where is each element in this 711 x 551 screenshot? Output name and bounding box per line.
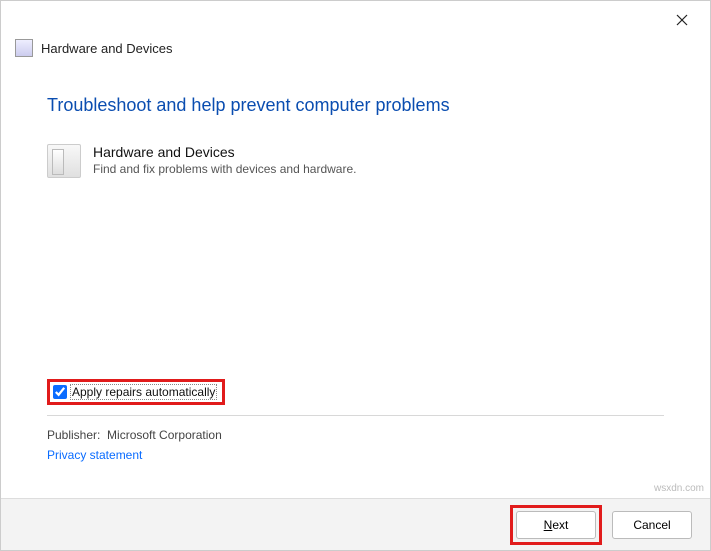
window-title: Hardware and Devices — [41, 41, 173, 56]
category-text: Hardware and Devices Find and fix proble… — [93, 144, 356, 176]
next-button[interactable]: Next — [516, 511, 596, 539]
next-button-highlight: Next — [510, 505, 602, 545]
apply-repairs-checkbox[interactable] — [53, 385, 67, 399]
attribution-text: wsxdn.com — [654, 483, 704, 494]
category-title: Hardware and Devices — [93, 144, 356, 160]
options-block: Apply repairs automatically Publisher: M… — [47, 379, 664, 462]
privacy-statement-link[interactable]: Privacy statement — [47, 448, 664, 462]
close-icon — [676, 14, 688, 26]
titlebar — [1, 1, 710, 39]
hardware-icon — [47, 144, 81, 178]
cancel-button[interactable]: Cancel — [612, 511, 692, 539]
close-button[interactable] — [668, 6, 696, 34]
divider — [47, 415, 664, 416]
troubleshooter-icon — [15, 39, 33, 57]
next-button-rest: ext — [552, 518, 568, 532]
window-header: Hardware and Devices — [1, 39, 710, 67]
checkbox-highlight: Apply repairs automatically — [47, 379, 225, 405]
footer-bar: Next Cancel — [1, 498, 710, 550]
category-description: Find and fix problems with devices and h… — [93, 162, 356, 176]
publisher-value: Microsoft Corporation — [107, 428, 222, 442]
page-heading: Troubleshoot and help prevent computer p… — [47, 95, 664, 116]
apply-repairs-label[interactable]: Apply repairs automatically — [71, 385, 216, 399]
publisher-label: Publisher: — [47, 428, 100, 442]
category-item[interactable]: Hardware and Devices Find and fix proble… — [47, 144, 664, 178]
publisher-row: Publisher: Microsoft Corporation — [47, 428, 664, 442]
content-area: Troubleshoot and help prevent computer p… — [1, 67, 710, 178]
checkbox-row: Apply repairs automatically — [47, 379, 664, 405]
